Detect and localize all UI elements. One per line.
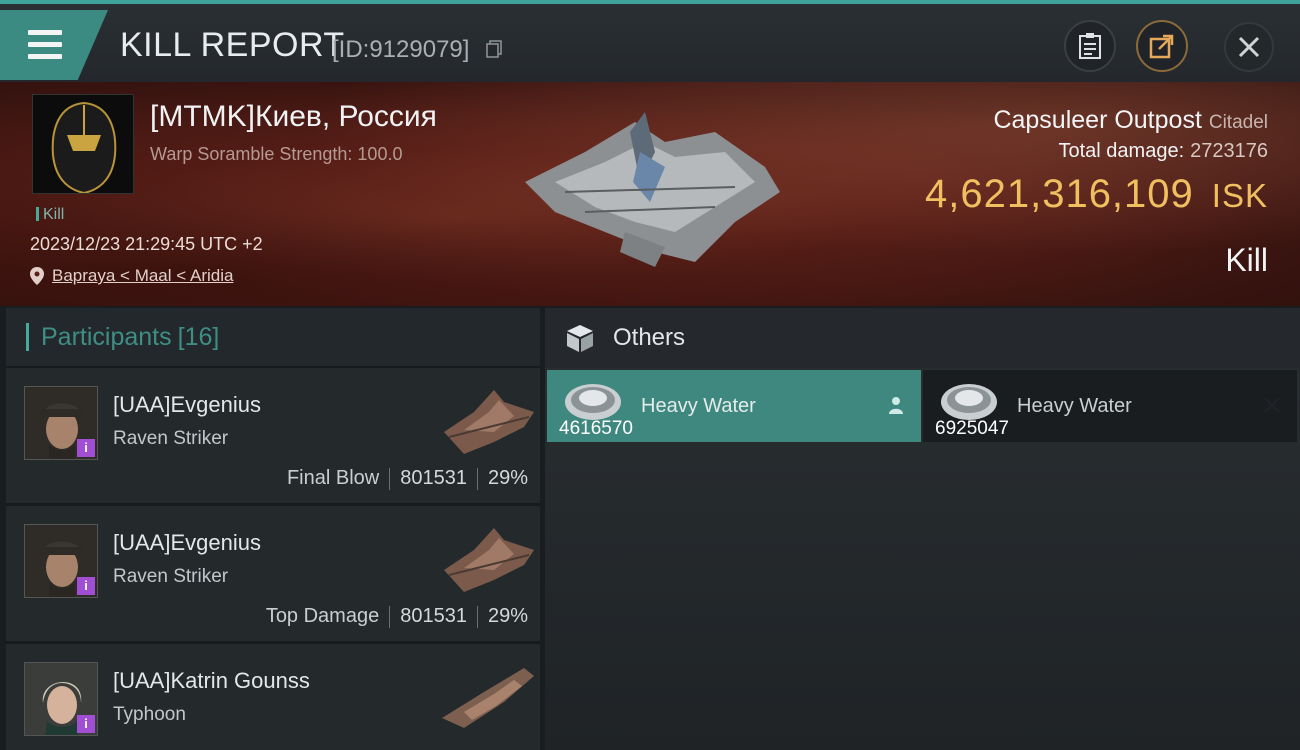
item-quantity: 4616570 <box>559 418 633 439</box>
participant-ship: Raven Striker <box>113 566 229 587</box>
ship-image <box>444 528 534 592</box>
item-quantity: 6925047 <box>935 418 1009 439</box>
divider <box>476 605 478 628</box>
others-title: Others <box>613 324 686 351</box>
participant-avatar[interactable]: i <box>24 386 98 460</box>
result-label: Kill <box>1225 242 1268 278</box>
location-link[interactable]: Bapraya < Maal < Aridia <box>52 266 233 286</box>
clipboard-button[interactable] <box>1064 20 1116 72</box>
kill-tag: Kill <box>36 206 64 224</box>
header-marker <box>26 323 29 351</box>
participant-name[interactable]: [UAA]Katrin Gounss <box>113 668 310 694</box>
participant-role: Final Blow <box>286 467 380 489</box>
participants-panel: Participants [16] i [UAA]Evgenius Raven … <box>6 308 540 750</box>
isk-unit: ISK <box>1211 177 1268 214</box>
cargo-item[interactable]: Heavy Water 6925047 <box>923 370 1297 442</box>
total-damage: Total damage: 2723176 <box>1058 140 1268 163</box>
participant-name[interactable]: [UAA]Evgenius <box>113 392 261 418</box>
report-id: [ID:9129079] <box>332 36 470 63</box>
participant-row[interactable]: i [UAA]Katrin Gounss Typhoon <box>6 644 540 750</box>
location-pin-icon <box>30 267 44 285</box>
helmet-avatar-icon <box>33 95 133 193</box>
info-badge-icon: i <box>77 577 95 595</box>
copy-icon[interactable] <box>486 40 502 58</box>
menu-button[interactable] <box>0 10 108 80</box>
clipboard-icon <box>1079 33 1101 59</box>
victim-portrait[interactable] <box>32 94 134 194</box>
participants-header: Participants [16] <box>6 308 540 366</box>
tag-marker <box>36 207 39 221</box>
participant-stats: Top Damage 801531 29% <box>266 605 528 628</box>
isk-value: 4,621,316,109 ISK <box>925 172 1268 217</box>
target-class: Citadel <box>1208 112 1268 133</box>
isk-amount: 4,621,316,109 <box>924 172 1194 216</box>
ship-image <box>444 390 534 454</box>
kill-datetime: 2023/12/23 21:29:45 UTC +2 <box>30 234 263 254</box>
share-icon <box>1149 34 1174 59</box>
cargo-item[interactable]: Heavy Water 4616570 <box>547 370 921 442</box>
victim-name[interactable]: [MTMK]Киев, Россия <box>150 100 437 134</box>
participant-stats: Final Blow 801531 29% <box>287 467 528 490</box>
participant-avatar[interactable]: i <box>24 524 98 598</box>
participant-damage: 801531 <box>400 605 467 627</box>
divider <box>389 605 391 628</box>
ship-image <box>442 668 534 728</box>
close-icon <box>1238 36 1260 58</box>
participant-name[interactable]: [UAA]Evgenius <box>113 530 261 556</box>
participant-row[interactable]: i [UAA]Evgenius Raven Striker Final Blow… <box>6 368 540 503</box>
participant-damage: 801531 <box>400 467 467 489</box>
info-badge-icon: i <box>77 715 95 733</box>
participants-title: Participants <box>41 322 172 351</box>
kill-summary-banner: [MTMK]Киев, Россия Warp Soramble Strengt… <box>0 82 1300 306</box>
item-name: Heavy Water <box>1017 395 1132 417</box>
citadel-ship-image <box>525 112 780 267</box>
total-damage-value: 2723176 <box>1190 140 1268 162</box>
participant-row[interactable]: i [UAA]Evgenius Raven Striker Top Damage… <box>6 506 540 641</box>
participant-percent: 29% <box>487 605 528 627</box>
page-title: KILL REPORT <box>120 26 345 64</box>
others-panel: Others Heavy Water 4616570 Heavy Water 6… <box>545 308 1300 750</box>
close-button[interactable] <box>1224 22 1274 72</box>
close-icon[interactable] <box>1263 396 1281 414</box>
participant-ship: Raven Striker <box>113 428 229 449</box>
menu-icon <box>28 30 62 35</box>
participant-avatar[interactable]: i <box>24 662 98 736</box>
divider <box>389 467 391 490</box>
menu-icon-bar <box>28 42 62 47</box>
divider <box>476 467 478 490</box>
top-bar: KILL REPORT [ID:9129079] <box>0 0 1300 82</box>
target-name-text: Capsuleer Outpost <box>993 106 1202 134</box>
participant-ship: Typhoon <box>113 704 186 725</box>
menu-icon-bar <box>28 54 62 59</box>
victim-subtitle: Warp Soramble Strength: 100.0 <box>150 144 403 164</box>
participant-percent: 29% <box>487 467 528 489</box>
others-header: Others <box>545 308 1300 368</box>
kill-location[interactable]: Bapraya < Maal < Aridia <box>30 266 233 286</box>
total-damage-label: Total damage: <box>1058 140 1185 162</box>
info-badge-icon: i <box>77 439 95 457</box>
share-button[interactable] <box>1136 20 1188 72</box>
cargo-box-icon <box>567 325 593 352</box>
participant-role: Top Damage <box>265 605 380 627</box>
item-name: Heavy Water <box>641 395 756 417</box>
kill-tag-label: Kill <box>43 206 65 223</box>
participants-count: [16] <box>177 322 220 351</box>
target-name: Capsuleer Outpost Citadel <box>993 106 1268 135</box>
person-icon[interactable] <box>887 396 905 414</box>
